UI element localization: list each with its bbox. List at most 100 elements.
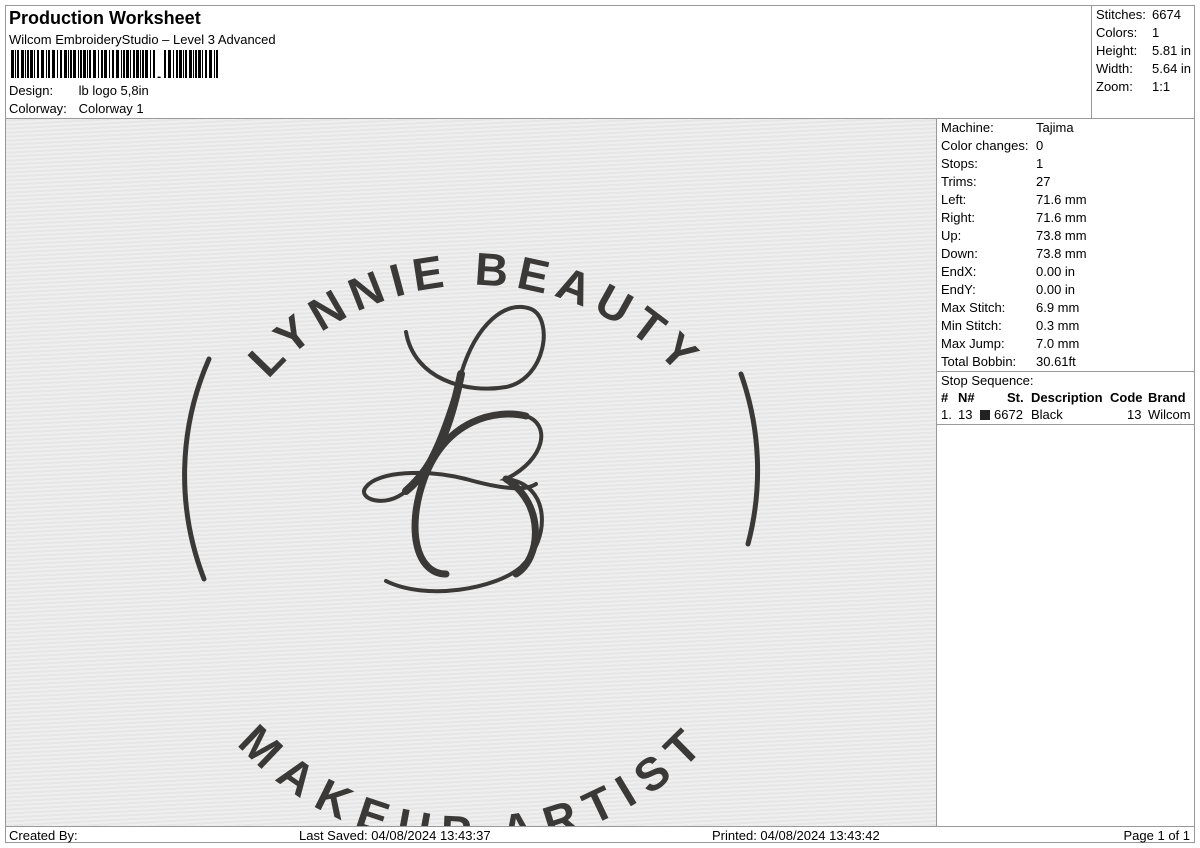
row-index: 1. [941, 407, 952, 422]
divider [937, 371, 1194, 372]
property-row: Min Stitch: 0.3 mm [941, 318, 1079, 333]
color-swatch [980, 410, 990, 420]
property-label: Down: [941, 246, 978, 261]
colors-label: Colors: [1096, 25, 1138, 40]
property-row: Right: 71.6 mm [941, 210, 1087, 225]
width-value: 5.64 in [1152, 61, 1192, 76]
colorway-row: Colorway: Colorway 1 [9, 101, 144, 116]
col-st: St. [1007, 390, 1024, 405]
embroidery-design: LYNNIE BEAUTY MAKEUP ARTIST [182, 242, 761, 826]
property-value: 71.6 mm [1036, 210, 1087, 225]
property-row: Max Jump: 7.0 mm [941, 336, 1079, 351]
property-label: Stops: [941, 156, 978, 171]
right-arc [738, 371, 761, 547]
worksheet-frame: Production Worksheet Wilcom EmbroiderySt… [5, 5, 1195, 843]
property-label: Color changes: [941, 138, 1029, 153]
property-value: 30.61ft [1036, 354, 1076, 369]
property-value: 71.6 mm [1036, 192, 1087, 207]
property-label: EndX: [941, 264, 977, 279]
property-value: 0.00 in [1036, 264, 1076, 279]
zoom-value: 1:1 [1152, 79, 1171, 94]
property-row: Up: 73.8 mm [941, 228, 1087, 243]
property-row: Total Bobbin: 30.61ft [941, 354, 1076, 369]
top-ring-text: LYNNIE BEAUTY [238, 242, 714, 386]
top-ring-textpath: LYNNIE BEAUTY [238, 242, 706, 386]
property-value: 6.9 mm [1036, 300, 1080, 315]
zoom-label: Zoom: [1096, 79, 1133, 94]
svg-text:,: , [156, 60, 162, 78]
property-value: 0 [1036, 138, 1044, 153]
property-row: Stops: 1 [941, 156, 1043, 171]
colorway-label: Colorway: [9, 101, 67, 116]
property-value: 73.8 mm [1036, 246, 1087, 261]
property-row: EndX: 0.00 in [941, 264, 1075, 279]
property-row: Down: 73.8 mm [941, 246, 1087, 261]
stop-sequence-title: Stop Sequence: [941, 373, 1034, 388]
row-description: Black [1031, 407, 1063, 422]
row-brand: Wilcom [1148, 407, 1191, 422]
property-value: 27 [1036, 174, 1051, 189]
property-value: 0.3 mm [1036, 318, 1080, 333]
property-value: 1 [1036, 156, 1044, 171]
col-n: N# [958, 390, 975, 405]
col-index: # [941, 390, 949, 405]
worksheet-header: Production Worksheet Wilcom EmbroiderySt… [6, 6, 1091, 119]
property-row: Max Stitch: 6.9 mm [941, 300, 1079, 315]
zoom-row: Zoom: 1:1 [1096, 79, 1170, 94]
property-label: Max Jump: [941, 336, 1005, 351]
col-code: Code [1110, 390, 1143, 405]
property-label: EndY: [941, 282, 976, 297]
design-label: Design: [9, 83, 54, 98]
stitches-row: Stitches: 6674 [1096, 7, 1181, 22]
property-row: Left: 71.6 mm [941, 192, 1087, 207]
width-row: Width: 5.64 in [1096, 61, 1191, 76]
bottom-ring-textpath: MAKEUP ARTIST [229, 714, 708, 826]
printed-date: Printed: 04/08/2024 13:43:42 [712, 828, 880, 843]
design-value: lb logo 5,8in [78, 83, 149, 98]
left-arc [182, 356, 212, 582]
colorway-value: Colorway 1 [78, 101, 144, 116]
row-code: 13 [1127, 407, 1142, 422]
property-value: 7.0 mm [1036, 336, 1080, 351]
property-label: Up: [941, 228, 962, 243]
property-label: Trims: [941, 174, 977, 189]
monogram-lb-icon [362, 304, 546, 594]
col-brand: Brand [1148, 390, 1186, 405]
property-row: EndY: 0.00 in [941, 282, 1075, 297]
height-row: Height: 5.81 in [1096, 43, 1191, 58]
table-row: 1. 13 6672 Black 13 Wilcom [937, 407, 1194, 425]
height-label: Height: [1096, 43, 1138, 58]
created-by: Created By: [9, 828, 78, 843]
last-saved: Last Saved: 04/08/2024 13:43:37 [299, 828, 491, 843]
stitches-value: 6674 [1152, 7, 1181, 22]
design-preview: LYNNIE BEAUTY MAKEUP ARTIST [6, 119, 937, 826]
property-label: Total Bobbin: [941, 354, 1017, 369]
page-number: Page 1 of 1 [1123, 828, 1191, 843]
row-st: 6672 [994, 407, 1023, 422]
summary-panel: Stitches: 6674 Colors: 1 Height: 5.81 in Wi… [1091, 6, 1194, 119]
software-name: Wilcom EmbroideryStudio – Level 3 Advanc… [9, 32, 276, 47]
property-label: Right: [941, 210, 975, 225]
stop-sequence-header: # N# St. Description Code Brand [937, 390, 1194, 407]
width-label: Width: [1096, 61, 1133, 76]
design-row: Design: lb logo 5,8in [9, 83, 149, 98]
barcode-icon: , [11, 50, 218, 78]
col-description: Description [1031, 390, 1103, 405]
property-value: 73.8 mm [1036, 228, 1087, 243]
property-row: Color changes: 0 [941, 138, 1043, 153]
property-label: Left: [941, 192, 967, 207]
row-n: 13 [958, 407, 973, 422]
property-label: Min Stitch: [941, 318, 1002, 333]
colors-value: 1 [1152, 25, 1160, 40]
property-row: Machine: Tajima [941, 120, 1074, 135]
colors-row: Colors: 1 [1096, 25, 1159, 40]
property-label: Max Stitch: [941, 300, 1006, 315]
property-label: Machine: [941, 120, 994, 135]
worksheet-footer: Created By: Last Saved: 04/08/2024 13:43… [6, 826, 1194, 843]
page-title: Production Worksheet [9, 8, 201, 28]
height-value: 5.81 in [1152, 43, 1192, 58]
bottom-ring-text: MAKEUP ARTIST [229, 714, 716, 826]
property-value: 0.00 in [1036, 282, 1076, 297]
property-row: Trims: 27 [941, 174, 1050, 189]
property-value: Tajima [1036, 120, 1074, 135]
